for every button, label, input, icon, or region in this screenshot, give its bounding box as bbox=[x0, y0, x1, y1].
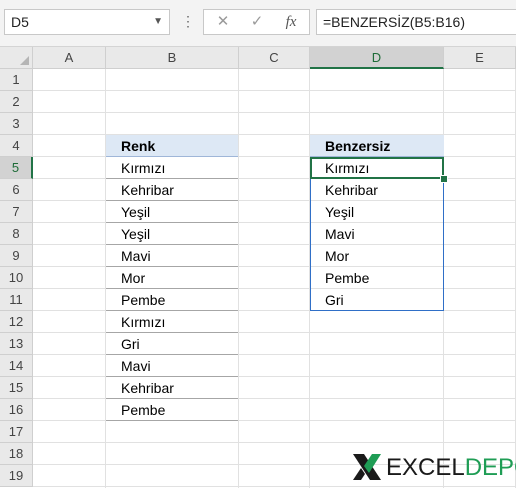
name-box-value: D5 bbox=[11, 14, 29, 30]
source-cell-b9[interactable]: Mavi bbox=[106, 245, 238, 267]
row-header-6[interactable]: 6 bbox=[0, 179, 33, 201]
result-header-cell[interactable]: Benzersiz bbox=[310, 135, 444, 157]
row-border bbox=[106, 332, 238, 333]
logo-text-part2: DEPO bbox=[464, 454, 516, 481]
row-header-16[interactable]: 16 bbox=[0, 399, 33, 421]
formula-bar-area: D5 ▼ ⋮ ✕ ✓ fx =BENZERSİZ(B5:B16) bbox=[0, 0, 516, 47]
row-header-5[interactable]: 5 bbox=[0, 157, 33, 179]
row-header-11[interactable]: 11 bbox=[0, 289, 33, 311]
row-header-14[interactable]: 14 bbox=[0, 355, 33, 377]
spill-range-border bbox=[310, 157, 444, 311]
logo-x-icon bbox=[353, 454, 381, 480]
logo-text: EXCELDEPO bbox=[386, 455, 516, 481]
logo-text-part1: EXCEL bbox=[386, 454, 465, 481]
source-cell-b10[interactable]: Mor bbox=[106, 267, 238, 289]
row-header-12[interactable]: 12 bbox=[0, 311, 33, 333]
gridline bbox=[33, 486, 516, 487]
fill-handle[interactable] bbox=[440, 175, 448, 183]
column-header-d[interactable]: D bbox=[310, 47, 444, 69]
row-border bbox=[106, 266, 238, 267]
row-header-15[interactable]: 15 bbox=[0, 377, 33, 399]
insert-function-button[interactable]: fx bbox=[276, 10, 306, 34]
chevron-down-icon[interactable]: ▼ bbox=[153, 10, 163, 34]
source-cell-b11[interactable]: Pembe bbox=[106, 289, 238, 311]
row-header-2[interactable]: 2 bbox=[0, 91, 33, 113]
excel-depo-logo: EXCELDEPO bbox=[352, 449, 516, 485]
check-icon[interactable]: ✓ bbox=[242, 10, 272, 34]
row-border bbox=[106, 288, 238, 289]
row-header-4[interactable]: 4 bbox=[0, 135, 33, 157]
source-header-cell[interactable]: Renk bbox=[106, 135, 238, 157]
formula-input[interactable]: =BENZERSİZ(B5:B16) bbox=[316, 9, 516, 35]
source-cell-b15[interactable]: Kehribar bbox=[106, 377, 238, 399]
source-cell-b6[interactable]: Kehribar bbox=[106, 179, 238, 201]
row-border bbox=[106, 398, 238, 399]
row-border bbox=[106, 310, 238, 311]
active-cell-outline bbox=[310, 157, 444, 179]
row-header-18[interactable]: 18 bbox=[0, 443, 33, 465]
more-options-icon[interactable]: ⋮ bbox=[181, 9, 195, 35]
name-box[interactable]: D5 ▼ bbox=[4, 9, 170, 35]
row-border bbox=[106, 376, 238, 377]
source-cell-b13[interactable]: Gri bbox=[106, 333, 238, 355]
row-header-1[interactable]: 1 bbox=[0, 69, 33, 91]
row-header-8[interactable]: 8 bbox=[0, 223, 33, 245]
gridline bbox=[238, 69, 239, 488]
formula-buttons: ✕ ✓ fx bbox=[203, 9, 310, 35]
gridline bbox=[33, 90, 516, 91]
row-header-17[interactable]: 17 bbox=[0, 421, 33, 443]
source-cell-b5[interactable]: Kırmızı bbox=[106, 157, 238, 179]
column-header-a[interactable]: A bbox=[33, 47, 106, 69]
row-border bbox=[106, 222, 238, 223]
row-border bbox=[106, 200, 238, 201]
select-all-button[interactable] bbox=[0, 47, 33, 69]
column-header-e[interactable]: E bbox=[444, 47, 516, 69]
column-header-c[interactable]: C bbox=[239, 47, 310, 69]
row-border bbox=[106, 354, 238, 355]
source-cell-b14[interactable]: Mavi bbox=[106, 355, 238, 377]
row-header-10[interactable]: 10 bbox=[0, 267, 33, 289]
row-header-9[interactable]: 9 bbox=[0, 245, 33, 267]
source-cell-b7[interactable]: Yeşil bbox=[106, 201, 238, 223]
source-cell-b8[interactable]: Yeşil bbox=[106, 223, 238, 245]
source-cell-b12[interactable]: Kırmızı bbox=[106, 311, 238, 333]
row-border bbox=[106, 420, 238, 421]
worksheet-grid[interactable]: A B C D E 1 2 3 4 5 6 7 8 9 10 11 12 13 … bbox=[0, 47, 516, 488]
row-header-19[interactable]: 19 bbox=[0, 465, 33, 487]
column-header-b[interactable]: B bbox=[106, 47, 239, 69]
row-header-7[interactable]: 7 bbox=[0, 201, 33, 223]
close-icon[interactable]: ✕ bbox=[208, 10, 238, 34]
row-header-13[interactable]: 13 bbox=[0, 333, 33, 355]
row-border bbox=[106, 178, 238, 179]
gridline bbox=[33, 112, 516, 113]
row-header-3[interactable]: 3 bbox=[0, 113, 33, 135]
gridline bbox=[33, 442, 516, 443]
row-border bbox=[106, 244, 238, 245]
source-cell-b16[interactable]: Pembe bbox=[106, 399, 238, 421]
